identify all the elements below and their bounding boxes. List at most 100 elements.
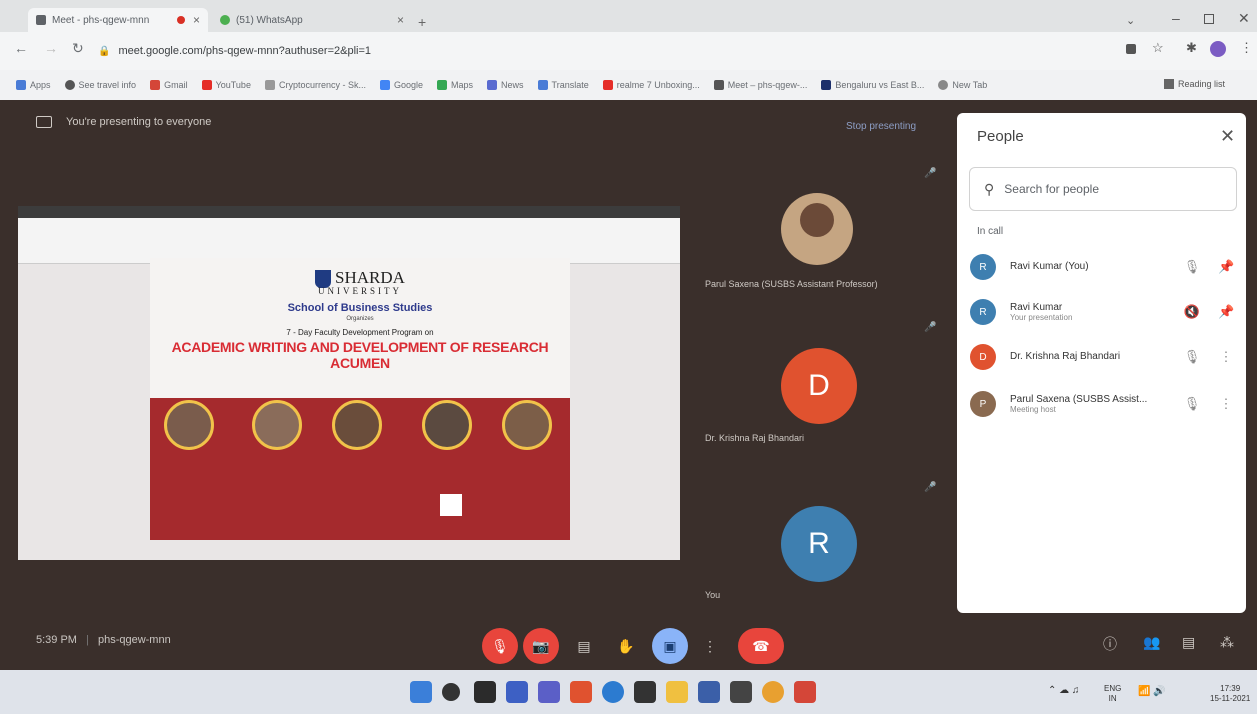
leave-call-button[interactable]: ☎ xyxy=(738,628,784,664)
widgets-icon[interactable] xyxy=(506,681,528,703)
participant-photo xyxy=(781,193,853,265)
tab-title: Meet - phs-qgew-mnn xyxy=(52,14,150,26)
participant-row[interactable]: R Ravi Kumar (You) 🎙 📌 xyxy=(970,247,1234,287)
stop-presenting-button[interactable]: Stop presenting xyxy=(846,121,916,132)
mic-toggle-button[interactable]: 🎙 xyxy=(482,628,518,664)
mic-muted-icon: 🎤 xyxy=(924,322,937,333)
participant-row[interactable]: D Dr. Krishna Raj Bhandari 🎙 ⋮ xyxy=(970,337,1234,377)
google-icon xyxy=(379,80,390,90)
chat-icon[interactable]: ▤ xyxy=(1182,634,1195,651)
teams-chat-icon[interactable] xyxy=(538,681,560,703)
pin-icon[interactable]: 📌 xyxy=(1218,259,1234,275)
in-call-heading: In call xyxy=(977,226,1004,237)
bookmark-travel[interactable]: See travel info xyxy=(64,80,136,90)
menu-icon[interactable]: ⋮ xyxy=(1240,40,1253,56)
bookmark-gmail[interactable]: Gmail xyxy=(150,80,188,90)
participant-avatar: R xyxy=(970,254,996,280)
bookmark-maps[interactable]: Maps xyxy=(437,80,473,90)
bookmark-translate[interactable]: Translate xyxy=(537,80,589,90)
bookmark-bengaluru[interactable]: Bengaluru vs East B... xyxy=(821,80,924,90)
system-clock[interactable]: 17:39 15-11-2021 xyxy=(1210,684,1250,705)
close-panel-icon[interactable]: ✕ xyxy=(1220,126,1235,147)
crypto-icon xyxy=(264,80,275,90)
camera-icon[interactable] xyxy=(1126,44,1136,54)
bookmark-meet[interactable]: Meet – phs-qgew-... xyxy=(713,80,807,90)
more-options-button[interactable]: ⋮ xyxy=(700,628,720,664)
bookmark-apps[interactable]: Apps xyxy=(16,80,51,90)
profile-avatar[interactable] xyxy=(1210,41,1226,57)
people-icon[interactable]: 👥 xyxy=(1143,634,1160,651)
close-tab-icon[interactable]: × xyxy=(193,13,200,27)
shared-window-titlebar xyxy=(18,206,680,218)
gmail-icon xyxy=(150,80,161,90)
participant-avatar: D xyxy=(781,348,857,424)
search-icon: ⚲ xyxy=(984,180,995,197)
close-window-icon[interactable]: ✕ xyxy=(1238,10,1250,27)
tab-meet[interactable]: Meet - phs-qgew-mnn × xyxy=(28,8,208,32)
file-explorer-icon[interactable] xyxy=(666,681,688,703)
minimize-icon[interactable]: – xyxy=(1172,10,1180,26)
speaker-photo xyxy=(422,400,472,450)
bookmark-realme[interactable]: realme 7 Unboxing... xyxy=(602,80,700,90)
maps-icon xyxy=(437,80,448,90)
bookmark-crypto[interactable]: Cryptocurrency - Sk... xyxy=(264,80,366,90)
office-icon[interactable] xyxy=(570,681,592,703)
more-options-icon[interactable]: ⋮ xyxy=(1218,349,1234,365)
present-button[interactable]: ▣ xyxy=(652,628,688,664)
tile-name: You xyxy=(705,590,721,600)
search-people-input[interactable]: ⚲ Search for people xyxy=(969,167,1237,211)
new-tab-icon[interactable]: + xyxy=(418,14,426,30)
reading-list-icon xyxy=(1164,79,1174,89)
address-bar[interactable]: 🔒 meet.google.com/phs-qgew-mnn?authuser=… xyxy=(90,38,1110,64)
captions-button[interactable]: ▤ xyxy=(570,628,598,664)
tray-icons[interactable]: ⌃ ☁ ♫ xyxy=(1048,685,1079,696)
forward-icon[interactable]: → xyxy=(44,40,58,56)
speaker-photo xyxy=(252,400,302,450)
extensions-icon[interactable]: ✱ xyxy=(1186,40,1197,56)
unpin-icon[interactable]: 📌 xyxy=(1218,304,1234,320)
tab-title: (51) WhatsApp xyxy=(236,14,303,26)
meet-favicon-icon xyxy=(36,15,46,25)
language-indicator[interactable]: ENG IN xyxy=(1104,684,1121,705)
participant-row[interactable]: R Ravi Kumar Your presentation 🔇 📌 xyxy=(970,292,1234,332)
app-red-icon[interactable] xyxy=(794,681,816,703)
network-volume-icons[interactable]: 📶 🔊 xyxy=(1138,686,1166,697)
reading-list[interactable]: Reading list xyxy=(1160,79,1226,89)
tab-whatsapp[interactable]: (51) WhatsApp × xyxy=(212,8,412,32)
program-text: 7 - Day Faculty Development Program on xyxy=(286,328,434,338)
meeting-details-icon[interactable]: ⓘ xyxy=(1103,634,1117,654)
camera-toggle-button[interactable]: 📷 xyxy=(523,628,559,664)
participant-row[interactable]: P Parul Saxena (SUSBS Assist... Meeting h… xyxy=(970,384,1234,424)
tile-name: Parul Saxena (SUSBS Assistant Professor) xyxy=(705,279,878,289)
youtube-icon xyxy=(602,80,613,90)
app-icon[interactable] xyxy=(730,681,752,703)
raise-hand-button[interactable]: ✋ xyxy=(612,628,640,664)
star-icon[interactable]: ☆ xyxy=(1152,40,1164,56)
mail-icon[interactable] xyxy=(698,681,720,703)
chrome-icon[interactable] xyxy=(762,681,784,703)
bookmark-google[interactable]: Google xyxy=(379,80,423,90)
tile-name: Dr. Krishna Raj Bhandari xyxy=(705,433,805,443)
recording-dot-icon xyxy=(176,16,185,24)
tab-search-icon[interactable]: ⌄ xyxy=(1126,14,1135,27)
participant-avatar: R xyxy=(970,299,996,325)
bookmark-news[interactable]: News xyxy=(487,80,524,90)
reload-icon[interactable]: ↻ xyxy=(72,40,84,57)
windows-start-icon[interactable] xyxy=(410,681,432,703)
search-taskbar-icon[interactable] xyxy=(442,683,460,701)
qr-code xyxy=(440,494,462,516)
edge-icon[interactable] xyxy=(602,681,624,703)
bookmark-youtube[interactable]: YouTube xyxy=(201,80,251,90)
close-tab-icon[interactable]: × xyxy=(397,13,404,27)
participant-avatar: D xyxy=(970,344,996,370)
back-icon[interactable]: ← xyxy=(14,40,28,56)
bookmark-newtab[interactable]: New Tab xyxy=(938,80,987,90)
apps-grid-icon xyxy=(16,80,26,90)
mic-off-icon: 🎙 xyxy=(1183,259,1201,274)
maximize-icon[interactable] xyxy=(1204,14,1214,24)
activities-icon[interactable]: ⁂ xyxy=(1220,634,1234,651)
store-icon[interactable] xyxy=(634,681,656,703)
more-options-icon[interactable]: ⋮ xyxy=(1218,396,1234,412)
task-view-icon[interactable] xyxy=(474,681,496,703)
school-name: School of Business Studies xyxy=(287,302,433,315)
